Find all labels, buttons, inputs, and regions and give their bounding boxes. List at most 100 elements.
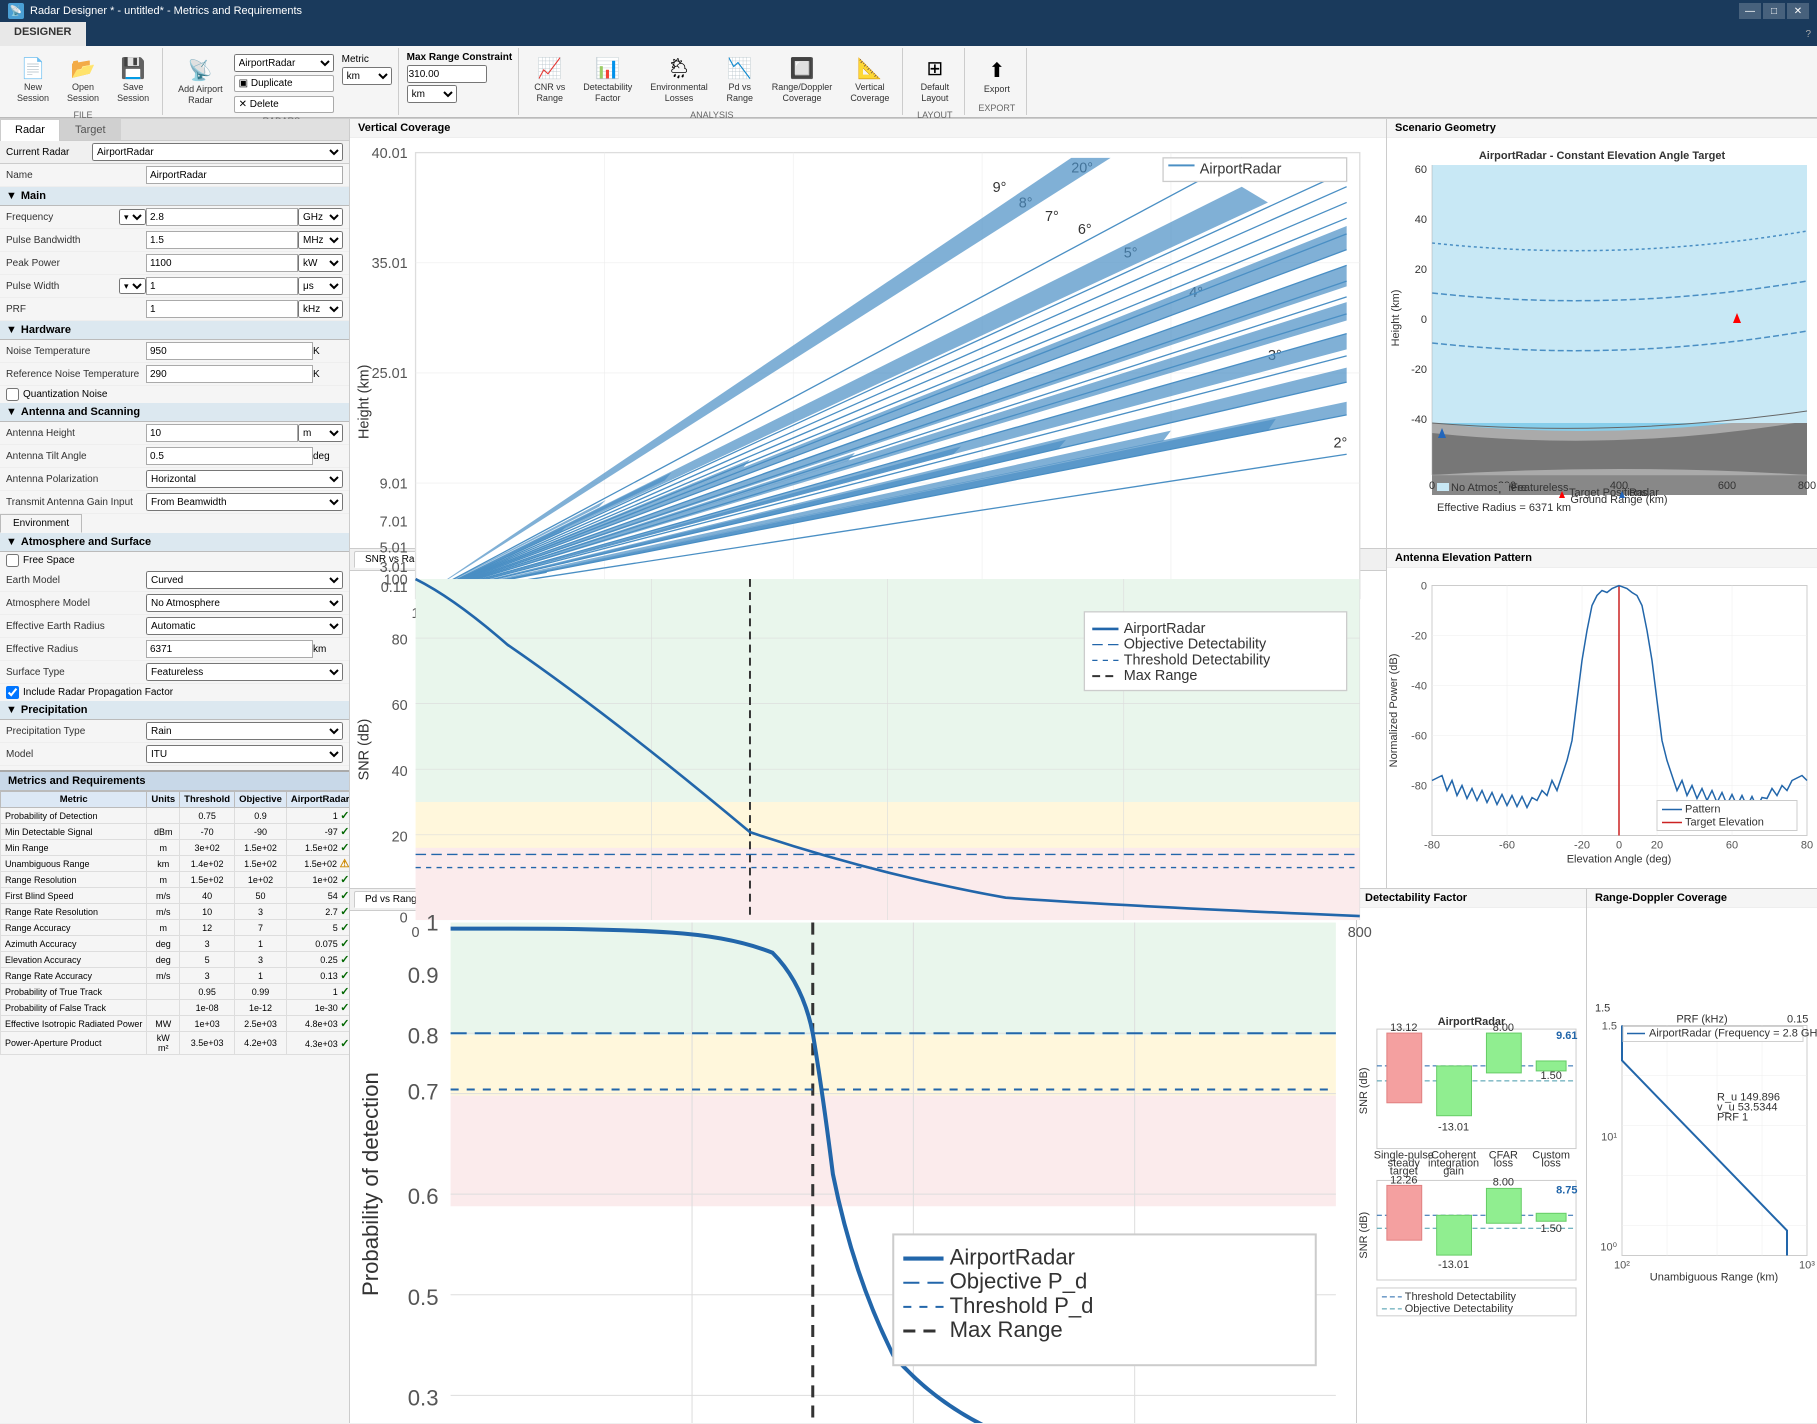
svg-text:Unambiguous Range (km): Unambiguous Range (km): [1650, 1272, 1778, 1284]
atm-section-header[interactable]: ▼ Atmosphere and Surface: [0, 533, 349, 552]
new-session-button[interactable]: 📄 NewSession: [10, 50, 56, 108]
env-losses-button[interactable]: 🌦 EnvironmentalLosses: [643, 50, 715, 108]
ant-height-unit[interactable]: m: [298, 424, 343, 442]
metric-threshold: 3.5e+03: [180, 1032, 235, 1055]
metric-units: m: [147, 872, 180, 888]
env-tab[interactable]: Environment: [0, 514, 82, 533]
hardware-section-header[interactable]: ▼ Hardware: [0, 321, 349, 340]
atm-model-select[interactable]: No Atmosphere: [146, 594, 343, 612]
max-range-input[interactable]: [407, 65, 487, 83]
rd-label: Range/DopplerCoverage: [772, 82, 833, 104]
svg-text:60: 60: [1415, 164, 1427, 176]
antenna-collapse-icon: ▼: [6, 406, 17, 418]
ant-polar-select[interactable]: Horizontal: [146, 470, 343, 488]
save-session-button[interactable]: 💾 SaveSession: [110, 50, 156, 108]
free-space-checkbox[interactable]: [6, 554, 19, 567]
tab-designer[interactable]: DESIGNER: [0, 22, 86, 46]
noise-temp-label: Noise Temperature: [6, 346, 146, 357]
svg-text:0: 0: [1429, 480, 1435, 492]
name-input[interactable]: [146, 166, 343, 184]
hardware-section-title: Hardware: [21, 324, 71, 336]
vertical-coverage-button[interactable]: 📐 VerticalCoverage: [843, 50, 896, 108]
svg-text:-80: -80: [1411, 781, 1427, 793]
precip-section-header[interactable]: ▼ Precipitation: [0, 701, 349, 720]
antenna-pattern-panel: Antenna Elevation Pattern: [1387, 549, 1817, 888]
eff-radius-row: Effective Radius km: [0, 638, 349, 661]
ribbon-group-maxrange: Max Range Constraint km: [401, 48, 520, 115]
earth-model-label: Earth Model: [6, 575, 146, 586]
antenna-section-header[interactable]: ▼ Antenna and Scanning: [0, 403, 349, 422]
peak-power-unit[interactable]: kW: [298, 254, 343, 272]
earth-model-select[interactable]: Curved: [146, 571, 343, 589]
ref-noise-row: Reference Noise Temperature K: [0, 363, 349, 386]
current-radar-dropdown[interactable]: AirportRadar: [92, 143, 343, 161]
frequency-dropdown[interactable]: ▾: [119, 209, 146, 225]
metric-select[interactable]: km: [342, 67, 392, 85]
minimize-button[interactable]: —: [1739, 3, 1761, 19]
svg-text:-13.01: -13.01: [1438, 1122, 1469, 1134]
noise-temp-input[interactable]: [146, 342, 313, 360]
frequency-unit[interactable]: GHz: [298, 208, 343, 226]
delete-button[interactable]: ✕ Delete: [234, 96, 334, 113]
svg-text:8.00: 8.00: [1493, 1022, 1514, 1034]
pulse-width-dropdown[interactable]: ▾: [119, 278, 146, 294]
export-button[interactable]: ⬆ Export: [976, 52, 1018, 99]
detectability-button[interactable]: 📊 DetectabilityFactor: [576, 50, 639, 108]
metric-units: dBm: [147, 824, 180, 840]
save-session-label: SaveSession: [117, 82, 149, 104]
metric-units: km: [147, 856, 180, 872]
tab-radar[interactable]: Radar: [0, 119, 60, 141]
open-session-button[interactable]: 📂 OpenSession: [60, 50, 106, 108]
eff-radius-input[interactable]: [146, 640, 313, 658]
ant-tilt-input[interactable]: [146, 447, 313, 465]
free-space-row: Free Space: [0, 552, 349, 569]
ref-noise-unit: K: [313, 369, 343, 380]
frequency-input[interactable]: [146, 208, 298, 226]
window-controls[interactable]: — □ ✕: [1739, 3, 1809, 19]
peak-power-input[interactable]: [146, 254, 298, 272]
default-layout-button[interactable]: ⊞ DefaultLayout: [914, 50, 957, 108]
svg-text:80: 80: [1801, 840, 1813, 852]
pulse-width-unit[interactable]: μs: [298, 277, 343, 295]
metric-value: 54 ✓: [286, 888, 349, 904]
pd-plot: 1 0.9 0.8 0.7 0.6 0.5 0.3 0.2 0 200 300 …: [350, 911, 1356, 1423]
cnr-range-button[interactable]: 📈 CNR vsRange: [527, 50, 572, 108]
tx-gain-select[interactable]: From Beamwidth: [146, 493, 343, 511]
metrics-tab-label[interactable]: Metrics and Requirements: [0, 772, 349, 791]
maximize-button[interactable]: □: [1763, 3, 1785, 19]
max-range-unit-select[interactable]: km: [407, 85, 457, 103]
close-button[interactable]: ✕: [1787, 3, 1809, 19]
prf-unit[interactable]: kHz: [298, 300, 343, 318]
prf-input[interactable]: [146, 300, 298, 318]
svg-text:1.50: 1.50: [1541, 1223, 1562, 1235]
metric-threshold: 1e+03: [180, 1016, 235, 1032]
svg-text:Normalized Power (dB): Normalized Power (dB): [1388, 654, 1400, 768]
add-radar-icon: 📡: [186, 56, 214, 84]
eff-earth-select[interactable]: Automatic: [146, 617, 343, 635]
quant-noise-checkbox[interactable]: [6, 388, 19, 401]
pulse-bw-unit[interactable]: MHz: [298, 231, 343, 249]
prop-factor-checkbox[interactable]: [6, 686, 19, 699]
add-airport-radar-button[interactable]: 📡 Add AirportRadar: [171, 52, 230, 110]
tab-target[interactable]: Target: [60, 119, 121, 140]
ref-noise-input[interactable]: [146, 365, 313, 383]
current-radar-select[interactable]: AirportRadar: [234, 54, 334, 72]
surface-type-select[interactable]: Featureless: [146, 663, 343, 681]
svg-text:-20: -20: [1411, 631, 1427, 643]
metric-objective: 1: [235, 936, 287, 952]
pd-range-button[interactable]: 📉 Pd vsRange: [719, 50, 761, 108]
main-section-header[interactable]: ▼ Main: [0, 187, 349, 206]
precip-model-label: Model: [6, 749, 146, 760]
precip-type-select[interactable]: Rain: [146, 722, 343, 740]
svg-text:0: 0: [1616, 840, 1622, 852]
metric-objective: 1: [235, 968, 287, 984]
pulse-bw-input[interactable]: [146, 231, 298, 249]
range-doppler-button[interactable]: 🔲 Range/DopplerCoverage: [765, 50, 840, 108]
precip-model-select[interactable]: ITU: [146, 745, 343, 763]
pulse-width-input[interactable]: [146, 277, 298, 295]
svg-text:AirportRadar (Frequency = 2.8: AirportRadar (Frequency = 2.8 GHz): [1649, 1028, 1817, 1040]
detectability-title: Detectability Factor: [1357, 889, 1586, 908]
ant-height-input[interactable]: [146, 424, 298, 442]
duplicate-button[interactable]: ▣ Duplicate: [234, 75, 334, 92]
svg-text:Threshold Detectability: Threshold Detectability: [1405, 1291, 1517, 1303]
